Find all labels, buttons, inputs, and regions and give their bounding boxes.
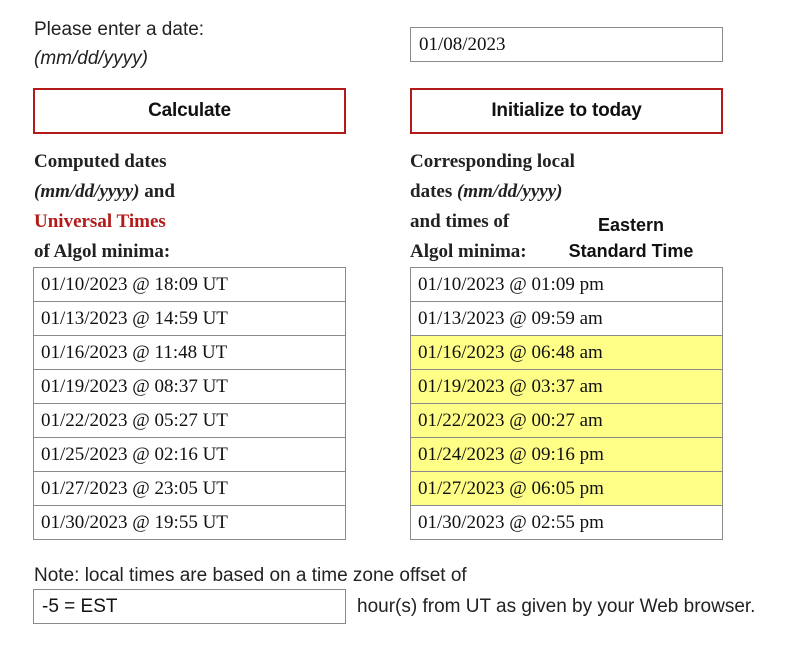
local-heading-line1: Corresponding local [410, 151, 575, 172]
timezone-offset-field[interactable]: -5 = EST [33, 589, 346, 624]
local-heading-line4: Algol minima: [410, 241, 527, 262]
ut-time-row: 01/22/2023 @ 05:27 UT [33, 403, 346, 438]
local-heading-format: (mm/dd/yyyy) [456, 181, 563, 202]
date-format-hint: (mm/dd/yyyy) [34, 48, 148, 69]
date-input[interactable]: 01/08/2023 [410, 27, 723, 62]
timezone-label-line2: Standard Time [568, 241, 694, 261]
ut-time-row: 01/16/2023 @ 11:48 UT [33, 335, 346, 370]
local-time-row: 01/27/2023 @ 06:05 pm [410, 471, 723, 506]
local-time-row: 01/22/2023 @ 00:27 am [410, 403, 723, 438]
ut-time-row: 01/25/2023 @ 02:16 UT [33, 437, 346, 472]
local-heading: Corresponding local dates (mm/dd/yyyy) a… [410, 147, 575, 267]
ut-time-row: 01/30/2023 @ 19:55 UT [33, 505, 346, 540]
local-time-row: 01/30/2023 @ 02:55 pm [410, 505, 723, 540]
ut-time-row: 01/10/2023 @ 18:09 UT [33, 267, 346, 302]
ut-heading-line4: of Algol minima: [34, 241, 171, 262]
ut-time-row: 01/19/2023 @ 08:37 UT [33, 369, 346, 404]
ut-heading-and: and [139, 181, 175, 202]
local-time-row: 01/13/2023 @ 09:59 am [410, 301, 723, 336]
ut-heading-line2: (mm/dd/yyyy) and [34, 177, 175, 207]
calculate-button[interactable]: Calculate [33, 88, 346, 134]
ut-time-row: 01/13/2023 @ 14:59 UT [33, 301, 346, 336]
local-heading-line2: dates (mm/dd/yyyy) [410, 177, 575, 207]
ut-heading-format: (mm/dd/yyyy) [34, 181, 140, 202]
initialize-today-button[interactable]: Initialize to today [410, 88, 723, 134]
local-time-row: 01/10/2023 @ 01:09 pm [410, 267, 723, 302]
ut-heading-universal-times: Universal Times [34, 211, 166, 232]
timezone-label-line1: Eastern [597, 215, 665, 235]
local-time-row: 01/19/2023 @ 03:37 am [410, 369, 723, 404]
ut-heading: Computed dates (mm/dd/yyyy) and Universa… [34, 147, 175, 267]
local-heading-dates: dates [410, 181, 457, 202]
local-time-row: 01/24/2023 @ 09:16 pm [410, 437, 723, 472]
date-prompt-text: Please enter a date: [34, 19, 205, 40]
local-time-row: 01/16/2023 @ 06:48 am [410, 335, 723, 370]
ut-times-list: 01/10/2023 @ 18:09 UT 01/13/2023 @ 14:59 … [33, 267, 346, 540]
timezone-label: Eastern Standard Time [560, 212, 702, 264]
ut-heading-line1: Computed dates [34, 151, 167, 172]
timezone-note-suffix: hour(s) from UT as given by your Web bro… [357, 596, 756, 617]
timezone-note: Note: local times are based on a time zo… [34, 565, 467, 586]
ut-time-row: 01/27/2023 @ 23:05 UT [33, 471, 346, 506]
local-times-list: 01/10/2023 @ 01:09 pm 01/13/2023 @ 09:59 … [410, 267, 723, 540]
date-prompt: Please enter a date: (mm/dd/yyyy) [34, 15, 204, 73]
local-heading-line3: and times of [410, 211, 510, 232]
